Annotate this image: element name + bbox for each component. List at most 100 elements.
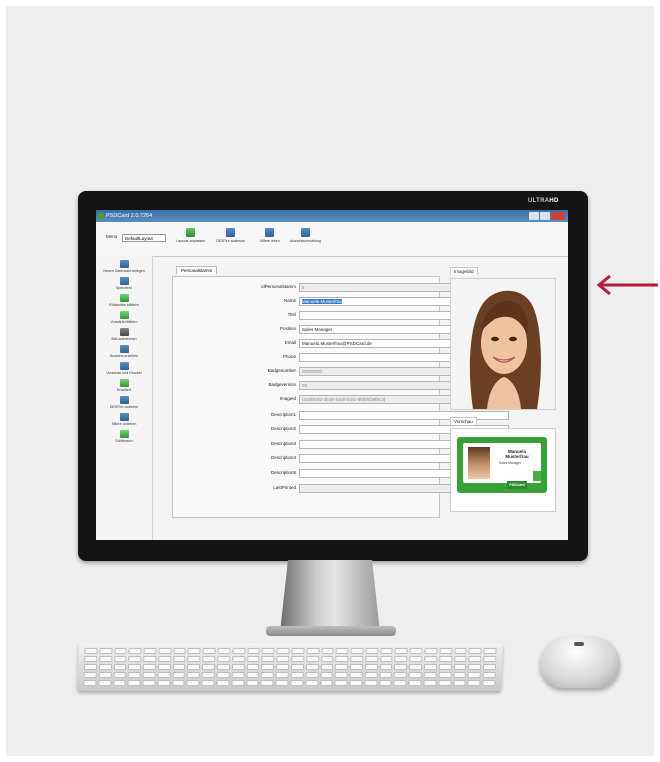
field-label: Description3 bbox=[270, 441, 296, 446]
keyboard-key bbox=[379, 680, 393, 686]
keyboard-key bbox=[424, 648, 438, 654]
keyboard-key bbox=[201, 672, 215, 678]
keyboard-key bbox=[83, 680, 97, 686]
layout-icon bbox=[186, 228, 196, 237]
sidebar-item-back[interactable]: Rückwärts blättern bbox=[96, 294, 152, 307]
sidebar-item-desfire-encode[interactable]: DESFire codieren bbox=[96, 396, 152, 409]
keyboard-key bbox=[275, 680, 289, 686]
keyboard-key bbox=[438, 664, 452, 670]
keyboard-key bbox=[334, 672, 348, 678]
keyboard-key bbox=[365, 648, 379, 654]
keyboard-key bbox=[157, 664, 171, 670]
sidebar-item-forward[interactable]: Vorwärts blättern bbox=[96, 311, 152, 324]
monitor-brand: ULTRAHD bbox=[528, 198, 559, 204]
field-label: Description1 bbox=[270, 412, 296, 417]
keyboard-key bbox=[305, 664, 319, 670]
preview-panel-title: Vorschau bbox=[450, 417, 477, 425]
keyboard-key bbox=[291, 648, 305, 654]
pointer-arrow-icon bbox=[596, 274, 658, 296]
close-button[interactable] bbox=[551, 212, 565, 220]
person-photo[interactable] bbox=[450, 278, 556, 410]
keyboard-key bbox=[379, 672, 393, 678]
form-row: Email Manuela.Musterfrau@PSDCard.de bbox=[173, 339, 509, 348]
keyboard-key bbox=[394, 664, 408, 670]
sidebar-item-create-badge[interactable]: Ausweis erstellen bbox=[96, 345, 152, 358]
maximize-button[interactable] bbox=[540, 212, 550, 220]
form-row: Phone bbox=[173, 353, 509, 362]
form-row: Description5 bbox=[173, 469, 509, 478]
camera-icon bbox=[119, 328, 129, 336]
keyboard-key bbox=[157, 680, 171, 686]
desfire-read-button[interactable]: DESFire auslesen bbox=[216, 228, 245, 243]
keyboard-key bbox=[232, 648, 246, 654]
sidebar-item-save[interactable]: Speichern bbox=[96, 277, 152, 290]
keyboard-key bbox=[246, 656, 260, 662]
keyboard-key bbox=[216, 680, 230, 686]
keyboard-key bbox=[128, 656, 142, 662]
keyboard-key bbox=[99, 648, 113, 654]
keyboard-key bbox=[350, 664, 364, 670]
record-form: idPersonalstamm 5 Name Manuela Musterfrau … bbox=[172, 276, 509, 518]
sidebar-item-photo[interactable]: Bild aufnehmen bbox=[96, 328, 152, 341]
tools-icon bbox=[119, 379, 129, 387]
keyboard-key bbox=[275, 672, 289, 678]
keyboard-key bbox=[201, 680, 215, 686]
keyboard-key bbox=[84, 648, 98, 654]
sidebar-item-close[interactable]: Schliessen bbox=[96, 430, 152, 443]
field-label: Badgeversion bbox=[268, 382, 296, 387]
keyboard-key bbox=[142, 672, 156, 678]
keyboard-key bbox=[394, 672, 408, 678]
keyboard-key bbox=[187, 664, 201, 670]
badge-management-button[interactable]: Ausweisverwaltung bbox=[290, 228, 321, 243]
keyboard-key bbox=[173, 648, 187, 654]
keyboard-key bbox=[305, 680, 319, 686]
arrow-right-icon bbox=[119, 311, 129, 319]
monitor-stand-foot bbox=[266, 626, 396, 636]
app-window: PSDCard 2.0.7264 Menü DefaultLayout Layo… bbox=[96, 210, 568, 540]
minimize-button[interactable] bbox=[529, 212, 539, 220]
layout-select[interactable]: DefaultLayout bbox=[122, 234, 166, 242]
menu-button[interactable]: Menü bbox=[106, 234, 117, 239]
keyboard-key bbox=[349, 672, 363, 678]
keyboard-key bbox=[260, 680, 274, 686]
form-row: idPersonalstamm 5 bbox=[173, 283, 509, 292]
keyboard-key bbox=[261, 672, 275, 678]
sidebar-item-advanced[interactable]: Erweitert bbox=[96, 379, 152, 392]
keyboard-key bbox=[261, 664, 275, 670]
layouts-button[interactable]: Layouts anpassen bbox=[176, 228, 205, 243]
keyboard-key bbox=[290, 680, 304, 686]
keyboard-key bbox=[335, 656, 349, 662]
exit-icon bbox=[119, 430, 129, 438]
keyboard-key bbox=[113, 656, 127, 662]
card-reader-icon bbox=[225, 228, 235, 237]
monitor-stand bbox=[280, 560, 380, 632]
mouse-wheel bbox=[574, 642, 584, 646]
keyboard-key bbox=[127, 680, 141, 686]
tab-personalstamm[interactable]: Personalstamm bbox=[176, 266, 218, 274]
keyboard-key bbox=[453, 672, 467, 678]
keyboard-key bbox=[231, 664, 245, 670]
portrait-image bbox=[451, 279, 555, 409]
sidebar-item-mifare-encode[interactable]: Mifare codieren bbox=[96, 413, 152, 426]
keyboard-key bbox=[127, 672, 141, 678]
image-panel: Imagebild Vorschau Manuela Musterfrau Sa… bbox=[450, 260, 558, 536]
mifare-read-button[interactable]: Mifare lesen bbox=[260, 228, 280, 243]
app-icon bbox=[98, 213, 104, 219]
keyboard-key bbox=[350, 648, 364, 654]
image-panel-title: Imagebild bbox=[450, 267, 478, 275]
keyboard-key bbox=[172, 680, 186, 686]
keyboard-key bbox=[112, 680, 126, 686]
keyboard-key bbox=[232, 656, 246, 662]
sidebar-item-new[interactable]: Neuen Datensatz anlegen bbox=[96, 260, 152, 273]
keyboard-key bbox=[394, 648, 408, 654]
keyboard-key bbox=[305, 672, 319, 678]
card-encode-icon bbox=[119, 396, 129, 404]
keyboard-key bbox=[231, 672, 245, 678]
form-row: Titel bbox=[173, 311, 509, 320]
keyboard-key bbox=[334, 680, 348, 686]
keyboard-key bbox=[202, 664, 216, 670]
sidebar-item-preview-print[interactable]: Vorschau und Drucker bbox=[96, 362, 152, 375]
field-label: idPersonalstamm bbox=[261, 284, 296, 289]
keyboard-key bbox=[335, 648, 349, 654]
keyboard-key bbox=[142, 680, 156, 686]
